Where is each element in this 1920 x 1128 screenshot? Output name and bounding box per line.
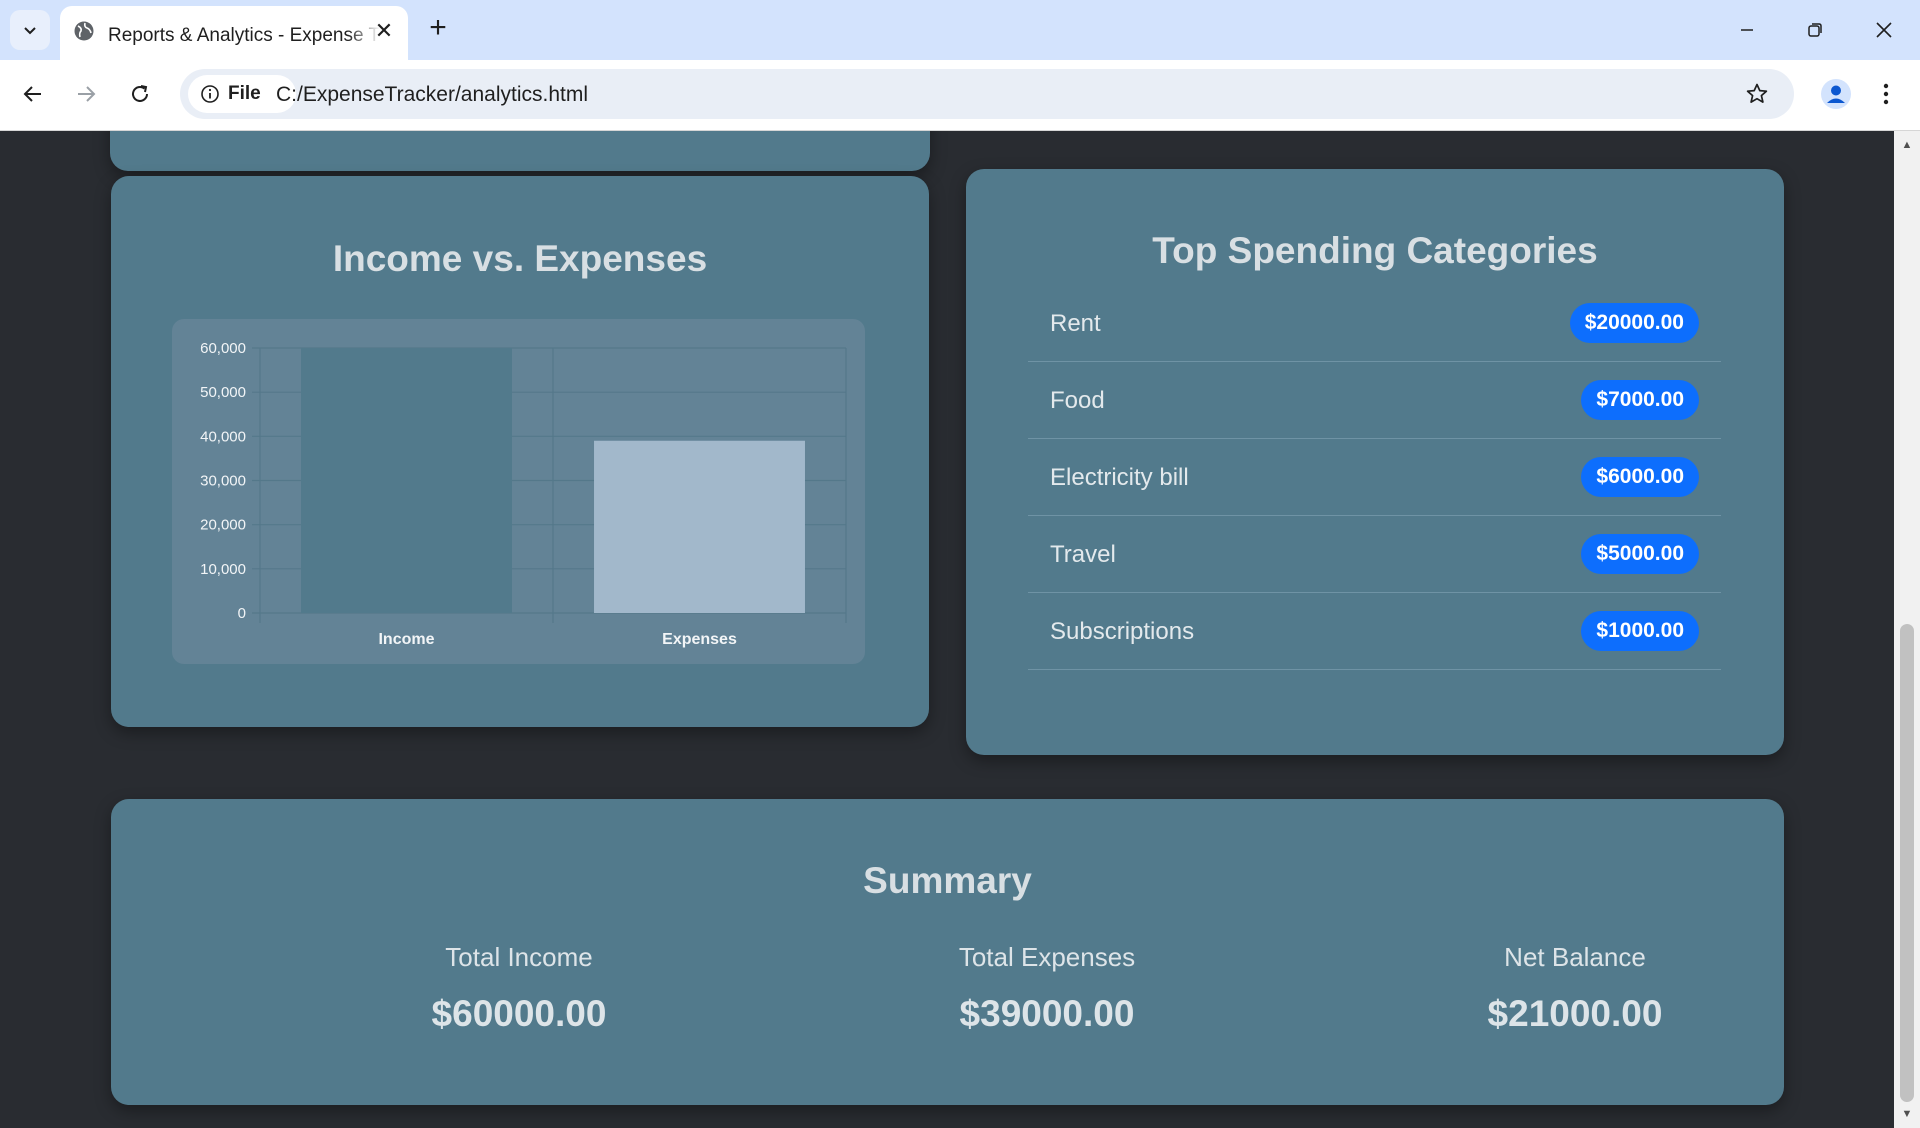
scroll-down-arrow-icon[interactable]: ▼ <box>1894 1104 1920 1124</box>
list-item: Travel $5000.00 <box>1028 516 1721 593</box>
bar-chart: 0 10,000 20,000 30,000 40,000 50,000 60,000 Inc… <box>200 340 847 648</box>
income-vs-expenses-card: Income vs. Expenses 0 10,000 20,000 30,000 4… <box>111 176 929 727</box>
summary-card: Summary Total Income $60000.00 Total Exp… <box>111 799 1784 1105</box>
amount-badge: $7000.00 <box>1581 380 1699 420</box>
plus-icon[interactable]: + <box>424 11 452 44</box>
bar-income <box>301 348 512 613</box>
total-expenses-value: $39000.00 <box>959 993 1135 1034</box>
category-name: Electricity bill <box>1050 464 1189 491</box>
previous-card <box>110 131 930 171</box>
y-tick-label: 10,000 <box>200 561 246 578</box>
y-tick-label: 50,000 <box>200 384 246 401</box>
profile-icon[interactable] <box>1816 74 1856 114</box>
page-scrollbar[interactable]: ▲ ▼ <box>1894 131 1920 1128</box>
close-window-icon[interactable] <box>1851 0 1917 60</box>
y-tick-label: 60,000 <box>200 340 246 357</box>
x-tick-label: Income <box>378 631 434 648</box>
amount-badge: $1000.00 <box>1581 611 1699 651</box>
category-name: Travel <box>1050 541 1116 568</box>
list-item: Electricity bill $6000.00 <box>1028 439 1721 516</box>
income-vs-expenses-title: Income vs. Expenses <box>332 238 708 279</box>
restore-icon[interactable] <box>1782 0 1848 60</box>
page-viewport: Income vs. Expenses 0 10,000 20,000 30,000 4… <box>0 131 1894 1128</box>
list-item: Rent $20000.00 <box>1028 285 1721 362</box>
globe-icon <box>74 21 94 41</box>
list-item: Subscriptions $1000.00 <box>1028 593 1721 670</box>
list-item: Food $7000.00 <box>1028 362 1721 439</box>
y-tick-label: 20,000 <box>200 517 246 534</box>
tab-title: Reports & Analytics - Expense Tracker <box>108 25 380 46</box>
total-income-value: $60000.00 <box>431 993 607 1034</box>
category-name: Rent <box>1050 310 1101 337</box>
url-text[interactable]: C:/ExpenseTracker/analytics.html <box>276 83 588 107</box>
category-list: Rent $20000.00 Food $7000.00 Electricity… <box>1028 285 1721 670</box>
top-spending-card: Top Spending Categories Rent $20000.00 F… <box>966 169 1784 755</box>
kebab-menu-icon[interactable] <box>1868 74 1904 114</box>
net-balance-label: Net Balance <box>1504 942 1646 972</box>
total-income-label: Total Income <box>445 942 593 972</box>
info-icon <box>201 85 219 103</box>
top-spending-title: Top Spending Categories <box>1152 230 1598 271</box>
net-balance-block: Net Balance $21000.00 <box>1375 942 1775 1035</box>
back-arrow-icon[interactable] <box>13 74 53 114</box>
reload-icon[interactable] <box>120 74 160 114</box>
total-expenses-block: Total Expenses $39000.00 <box>847 942 1247 1035</box>
income-expenses-chart: 0 10,000 20,000 30,000 40,000 50,000 60,000 Inc… <box>172 319 865 664</box>
close-icon[interactable]: ✕ <box>372 18 396 43</box>
total-income-block: Total Income $60000.00 <box>319 942 719 1035</box>
amount-badge: $5000.00 <box>1581 534 1699 574</box>
y-tick-label: 0 <box>238 605 246 622</box>
net-balance-value: $21000.00 <box>1487 993 1663 1034</box>
amount-badge: $6000.00 <box>1581 457 1699 497</box>
star-icon[interactable] <box>1742 79 1772 109</box>
site-chip-label: File <box>228 83 261 104</box>
y-tick-label: 30,000 <box>200 473 246 490</box>
summary-title: Summary <box>863 860 1032 901</box>
x-tick-label: Expenses <box>662 631 737 648</box>
category-name: Food <box>1050 387 1105 414</box>
address-bar[interactable]: File C:/ExpenseTracker/analytics.html <box>180 69 1794 119</box>
bar-expenses <box>594 440 805 613</box>
total-expenses-label: Total Expenses <box>958 942 1136 972</box>
scroll-thumb[interactable] <box>1900 624 1914 1102</box>
category-name: Subscriptions <box>1050 618 1195 645</box>
tab-search-icon[interactable] <box>10 10 50 50</box>
forward-arrow-icon[interactable] <box>66 74 106 114</box>
browser-toolbar: File C:/ExpenseTracker/analytics.html <box>0 60 1920 131</box>
tab-strip: Reports & Analytics - Expense Tracker ✕ … <box>0 0 1920 60</box>
active-tab[interactable]: Reports & Analytics - Expense Tracker ✕ <box>60 6 408 60</box>
amount-badge: $20000.00 <box>1569 303 1699 343</box>
scroll-up-arrow-icon[interactable]: ▲ <box>1894 135 1920 155</box>
minimize-icon[interactable] <box>1714 0 1780 60</box>
y-tick-label: 40,000 <box>200 428 246 445</box>
